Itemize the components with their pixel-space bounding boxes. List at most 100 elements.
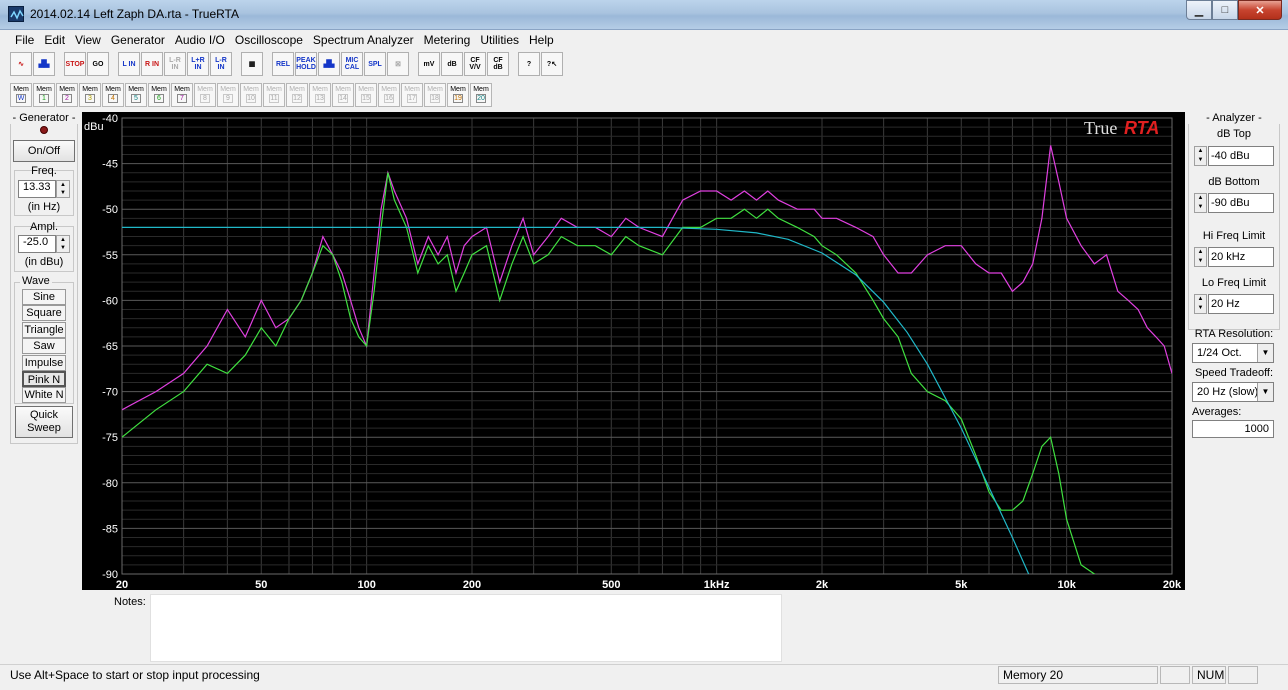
mic-cal-button[interactable]: MIC CAL: [341, 52, 363, 76]
memory-button-18[interactable]: Mem 18: [424, 83, 446, 107]
hi-freq-spinner[interactable]: ▲ ▼: [1194, 247, 1207, 267]
bar-graph-button[interactable]: ▟▙: [318, 52, 340, 76]
quick-sweep-button[interactable]: Quick Sweep: [15, 406, 73, 438]
ampl-input[interactable]: -25.0: [18, 235, 56, 253]
x-tick-label: 1kHz: [704, 579, 730, 590]
peak-hold-button[interactable]: PEAK HOLD: [295, 52, 317, 76]
memory-button-15[interactable]: Mem 15: [355, 83, 377, 107]
averages-input[interactable]: 1000: [1192, 420, 1274, 438]
menu-audio-io[interactable]: Audio I/O: [170, 30, 230, 50]
y-tick-label: -55: [102, 250, 118, 262]
title-bar: 2014.02.14 Left Zaph DA.rta - TrueRTA ▁ …: [0, 0, 1288, 30]
memory-button-1[interactable]: Mem 1: [33, 83, 55, 107]
menu-view[interactable]: View: [70, 30, 106, 50]
wave-white-n-button[interactable]: White N: [22, 387, 66, 404]
l-minus-r-button[interactable]: L-R IN: [164, 52, 186, 76]
go-button[interactable]: GO: [87, 52, 109, 76]
freq-spinner[interactable]: ▲ ▼: [56, 180, 70, 198]
left-in-button[interactable]: L IN: [118, 52, 140, 76]
resolution-label: RTA Resolution:: [1194, 328, 1274, 340]
wave-sine-button[interactable]: Sine: [22, 289, 66, 305]
memory-button-label: Mem: [335, 86, 351, 93]
speed-select[interactable]: 20 Hz (slow) ▼: [1192, 382, 1274, 402]
wave-impulse-button[interactable]: Impulse: [22, 354, 66, 371]
memory-button-4[interactable]: Mem 4: [102, 83, 124, 107]
memory-button-6[interactable]: Mem 6: [148, 83, 170, 107]
db-button[interactable]: dB: [441, 52, 463, 76]
menu-metering[interactable]: Metering: [419, 30, 476, 50]
grid-button[interactable]: ▦: [241, 52, 263, 76]
memory-button-14[interactable]: Mem 14: [332, 83, 354, 107]
memory-button-19[interactable]: Mem 19: [447, 83, 469, 107]
db-top-spinner[interactable]: ▲ ▼: [1194, 146, 1207, 166]
db-top-input[interactable]: -40 dBu: [1208, 146, 1274, 166]
context-help-button[interactable]: ?↖: [541, 52, 563, 76]
memory-button-label: Mem: [105, 86, 121, 93]
maximize-button[interactable]: □: [1212, 0, 1238, 20]
lo-freq-input[interactable]: 20 Hz: [1208, 294, 1274, 314]
memory-button-5[interactable]: Mem 5: [125, 83, 147, 107]
cf-db-button[interactable]: CF dB: [487, 52, 509, 76]
status-pane-scroll: [1228, 666, 1258, 684]
hi-freq-input[interactable]: 20 kHz: [1208, 247, 1274, 267]
memory-button-17[interactable]: Mem 17: [401, 83, 423, 107]
y-tick-label: -60: [102, 295, 118, 307]
toolbar-separator: [510, 52, 518, 80]
minimize-button[interactable]: ▁: [1186, 0, 1212, 20]
menu-spectrum-analyzer[interactable]: Spectrum Analyzer: [308, 30, 419, 50]
notes-textarea[interactable]: [150, 594, 782, 662]
memory-number: 20: [476, 94, 486, 103]
memory-button-w[interactable]: Mem W: [10, 83, 32, 107]
menu-utilities[interactable]: Utilities: [475, 30, 524, 50]
resolution-select[interactable]: 1/24 Oct. ▼: [1192, 343, 1274, 363]
memory-number: 5: [131, 94, 141, 103]
memory-button-10[interactable]: Mem 10: [240, 83, 262, 107]
rel-button[interactable]: REL: [272, 52, 294, 76]
menu-oscilloscope[interactable]: Oscilloscope: [230, 30, 308, 50]
generator-onoff-button[interactable]: On/Off: [13, 140, 75, 162]
lo-freq-spinner[interactable]: ▲ ▼: [1194, 294, 1207, 314]
memory-button-7[interactable]: Mem 7: [171, 83, 193, 107]
memory-button-label: Mem: [13, 86, 29, 93]
memory-button-20[interactable]: Mem 20: [470, 83, 492, 107]
spl-button[interactable]: SPL: [364, 52, 386, 76]
memory-button-13[interactable]: Mem 13: [309, 83, 331, 107]
menu-edit[interactable]: Edit: [39, 30, 70, 50]
lo-freq-label: Lo Freq Limit: [1201, 277, 1267, 289]
l-r-diff-button[interactable]: L-R IN: [210, 52, 232, 76]
wave-triangle-button[interactable]: Triangle: [22, 321, 66, 338]
memory-button-12[interactable]: Mem 12: [286, 83, 308, 107]
x-tick-label: 10k: [1057, 579, 1076, 590]
menu-generator[interactable]: Generator: [106, 30, 170, 50]
y-tick-label: -45: [102, 159, 118, 171]
wave-square-button[interactable]: Square: [22, 305, 66, 322]
stop-button[interactable]: STOP: [64, 52, 86, 76]
x-tick-label: 100: [357, 579, 375, 590]
menu-file[interactable]: File: [10, 30, 39, 50]
wave-saw-button[interactable]: Saw: [22, 338, 66, 355]
menu-help[interactable]: Help: [524, 30, 559, 50]
help-button[interactable]: ?: [518, 52, 540, 76]
right-in-button[interactable]: R IN: [141, 52, 163, 76]
db-bottom-spinner[interactable]: ▲ ▼: [1194, 193, 1207, 213]
wave-pink-n-button[interactable]: Pink N: [22, 371, 66, 387]
clear-button[interactable]: ⊠: [387, 52, 409, 76]
close-button[interactable]: ✕: [1238, 0, 1282, 20]
ampl-spinner[interactable]: ▲ ▼: [56, 235, 70, 253]
spectrum-chart[interactable]: -40 -45 -50 -55 -60 -65 -70 -75 -80 -85 -90 dBu 20 50…: [82, 112, 1185, 590]
mv-button[interactable]: mV: [418, 52, 440, 76]
x-tick-label: 20: [116, 579, 128, 590]
memory-button-11[interactable]: Mem 11: [263, 83, 285, 107]
l-plus-r-button[interactable]: L+R IN: [187, 52, 209, 76]
memory-button-2[interactable]: Mem 2: [56, 83, 78, 107]
memory-button-8[interactable]: Mem 8: [194, 83, 216, 107]
cf-vv-button[interactable]: CF V/V: [464, 52, 486, 76]
db-top-label: dB Top: [1216, 128, 1252, 140]
spectrum-view-button[interactable]: ▟▙: [33, 52, 55, 76]
memory-button-3[interactable]: Mem 3: [79, 83, 101, 107]
oscilloscope-view-button[interactable]: ∿: [10, 52, 32, 76]
memory-button-16[interactable]: Mem 16: [378, 83, 400, 107]
freq-input[interactable]: 13.33: [18, 180, 56, 198]
memory-button-9[interactable]: Mem 9: [217, 83, 239, 107]
db-bottom-input[interactable]: -90 dBu: [1208, 193, 1274, 213]
